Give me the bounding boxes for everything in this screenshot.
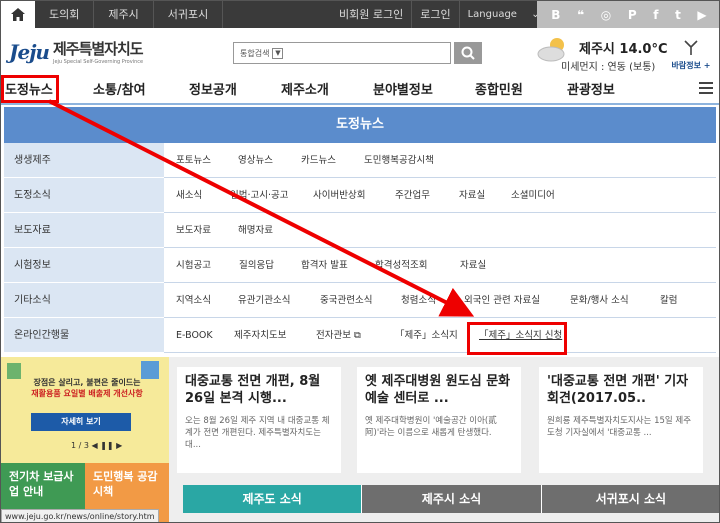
browser-frame: 도의회 제주시 서귀포시 비회원 로그인 로그인 Language ⌄ B ❝ … bbox=[0, 0, 720, 523]
annotation-arrow bbox=[48, 99, 475, 317]
